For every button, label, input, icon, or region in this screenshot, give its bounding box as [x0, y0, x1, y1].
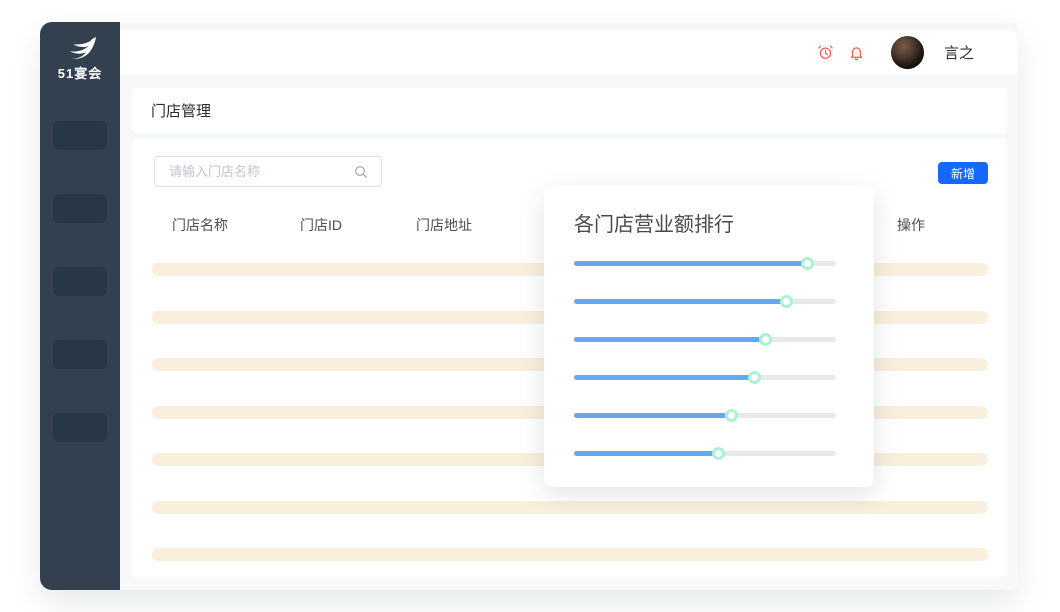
slider-fill — [574, 299, 786, 304]
revenue-rank-card: 各门店营业额排行 — [544, 185, 874, 487]
slider-fill — [574, 375, 755, 380]
slider-fill — [574, 337, 765, 342]
column-header-store-id: 门店ID — [300, 215, 342, 235]
column-header-actions: 操作 — [897, 215, 925, 235]
sidebar: 51宴会 — [40, 22, 120, 590]
page-title-panel: 门店管理 — [132, 88, 1007, 133]
table-row-placeholder — [152, 548, 988, 561]
brand-name: 51宴会 — [40, 63, 120, 82]
rank-slider[interactable] — [574, 295, 836, 308]
rank-slider[interactable] — [574, 447, 836, 460]
slider-handle[interactable] — [712, 447, 725, 460]
rank-slider[interactable] — [574, 371, 836, 384]
table-row-placeholder — [152, 501, 988, 514]
search-box — [154, 156, 382, 187]
slider-handle[interactable] — [725, 409, 738, 422]
slider-handle[interactable] — [801, 257, 814, 270]
slider-fill — [574, 451, 718, 456]
column-header-store-name: 门店名称 — [172, 215, 228, 235]
rank-slider[interactable] — [574, 333, 836, 346]
rank-slider[interactable] — [574, 409, 836, 422]
alarm-clock-icon[interactable] — [817, 44, 834, 61]
sidebar-menu-item-placeholder[interactable] — [53, 267, 107, 296]
sidebar-menu-item-placeholder[interactable] — [53, 340, 107, 369]
top-header: 言之 — [120, 30, 1018, 75]
column-header-store-address: 门店地址 — [416, 215, 472, 235]
slider-fill — [574, 413, 731, 418]
slider-handle[interactable] — [748, 371, 761, 384]
slider-handle[interactable] — [759, 333, 772, 346]
rank-card-title: 各门店营业额排行 — [574, 208, 734, 237]
slider-handle[interactable] — [780, 295, 793, 308]
sidebar-menu-item-placeholder[interactable] — [53, 121, 107, 150]
sidebar-menu-item-placeholder[interactable] — [53, 194, 107, 223]
search-input[interactable] — [155, 164, 353, 179]
swallow-icon — [40, 36, 120, 62]
slider-fill — [574, 261, 807, 266]
brand-logo: 51宴会 — [40, 36, 120, 82]
search-icon[interactable] — [353, 164, 369, 180]
rank-slider[interactable] — [574, 257, 836, 270]
sidebar-menu-item-placeholder[interactable] — [53, 413, 107, 442]
page-title: 门店管理 — [151, 100, 211, 121]
bell-icon[interactable] — [848, 44, 865, 61]
app-frame: 51宴会 言之 门店管理 — [40, 22, 1018, 590]
user-name[interactable]: 言之 — [944, 42, 974, 63]
avatar[interactable] — [891, 36, 924, 69]
add-button[interactable]: 新增 — [938, 162, 988, 184]
